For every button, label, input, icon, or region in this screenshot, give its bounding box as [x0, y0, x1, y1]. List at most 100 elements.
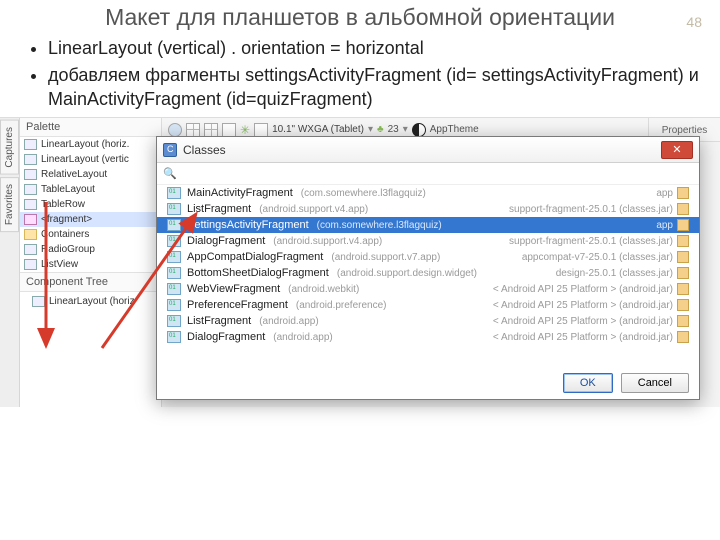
palette-item-label: RadioGroup: [41, 244, 95, 255]
class-source: < Android API 25 Platform > (android.jar…: [493, 283, 689, 295]
class-file-icon: [167, 219, 181, 231]
class-list-item[interactable]: DialogFragment(android.support.v4.app)su…: [157, 233, 699, 249]
jar-icon: [677, 283, 689, 295]
component-tree-item[interactable]: LinearLayout (horiz: [20, 292, 161, 311]
slide-title: Макет для планшетов в альбомной ориентац…: [12, 4, 708, 30]
class-package: (android.webkit): [288, 284, 359, 295]
theme-icon: [412, 123, 426, 137]
classes-dialog: Classes ✕ 🔍 MainActivityFragment (com.som…: [156, 136, 700, 400]
api-selector[interactable]: 23: [388, 124, 399, 135]
class-package: (com.somewhere.l3flagquiz): [317, 220, 442, 231]
theme-selector[interactable]: AppTheme: [412, 123, 479, 137]
vertical-tab-strip: Captures Favorites: [0, 118, 20, 407]
jar-icon: [677, 251, 689, 263]
palette-item-label: Containers: [41, 229, 89, 240]
class-package: (android.preference): [296, 300, 387, 311]
class-name: BottomSheetDialogFragment: [187, 267, 329, 279]
device-icon[interactable]: [254, 123, 268, 137]
orientation-icon[interactable]: [222, 123, 236, 137]
class-name: AppCompatDialogFragment: [187, 251, 323, 263]
refresh-icon[interactable]: ✳: [240, 123, 250, 137]
widget-icon: [24, 214, 37, 225]
jar-icon: [677, 235, 689, 247]
class-file-icon: [167, 331, 181, 343]
class-name: ListFragment: [187, 203, 251, 215]
palette-item[interactable]: LinearLayout (vertic: [20, 152, 161, 167]
dialog-title: Classes: [183, 143, 226, 157]
jar-icon: [677, 299, 689, 311]
palette-item[interactable]: LinearLayout (horiz.: [20, 137, 161, 152]
class-source: < Android API 25 Platform > (android.jar…: [493, 315, 689, 327]
class-name: DialogFragment: [187, 235, 265, 247]
class-name: PreferenceFragment: [187, 299, 288, 311]
class-source: support-fragment-25.0.1 (classes.jar): [509, 235, 689, 247]
class-list-item[interactable]: WebViewFragment(android.webkit)< Android…: [157, 281, 699, 297]
class-package: (com.somewhere.l3flagquiz): [301, 188, 426, 199]
palette-item-label: TableLayout: [41, 184, 95, 195]
palette-item-label: ListView: [41, 259, 78, 270]
class-file-icon: [167, 235, 181, 247]
grid-icon[interactable]: [186, 123, 200, 137]
device-selector[interactable]: 10.1" WXGA (Tablet): [272, 124, 364, 135]
jar-icon: [677, 267, 689, 279]
class-file-icon: [167, 203, 181, 215]
class-source: design-25.0.1 (classes.jar): [556, 267, 689, 279]
palette-item[interactable]: RadioGroup: [20, 242, 161, 257]
cancel-button[interactable]: Cancel: [621, 373, 689, 393]
class-name: ListFragment: [187, 315, 251, 327]
palette-item[interactable]: RelativeLayout: [20, 167, 161, 182]
class-list-item[interactable]: MainActivityFragment (com.somewhere.l3fla…: [157, 185, 699, 201]
class-source: appcompat-v7-25.0.1 (classes.jar): [522, 251, 689, 263]
palette-item[interactable]: TableLayout: [20, 182, 161, 197]
class-list-item[interactable]: ListFragment(android.support.v4.app)supp…: [157, 201, 699, 217]
component-tree-item-label: LinearLayout (horiz: [49, 296, 135, 307]
class-file-icon: [167, 187, 181, 199]
class-list-item[interactable]: SettingsActivityFragment(com.somewhere.l…: [157, 217, 699, 233]
class-source: app: [656, 187, 689, 199]
palette-item[interactable]: TableRow: [20, 197, 161, 212]
class-list-item[interactable]: DialogFragment (android.app) < Android API…: [157, 329, 699, 345]
palette-header: Palette: [20, 118, 161, 137]
blueprint-icon[interactable]: [204, 123, 218, 137]
palette-item[interactable]: ListView: [20, 257, 161, 272]
class-list-item[interactable]: AppCompatDialogFragment (android.support.…: [157, 249, 699, 265]
jar-icon: [677, 203, 689, 215]
class-name: MainActivityFragment: [187, 187, 293, 199]
class-package: (android.support.v7.app): [331, 252, 440, 263]
vertical-tab-captures[interactable]: Captures: [0, 120, 19, 175]
widget-icon: [24, 199, 37, 210]
jar-icon: [677, 187, 689, 199]
palette-item-label: RelativeLayout: [41, 169, 107, 180]
class-package: (android.app): [259, 316, 318, 327]
class-source: app: [656, 219, 689, 231]
class-file-icon: [167, 251, 181, 263]
ok-button[interactable]: OK: [563, 373, 613, 393]
slide-bullets: LinearLayout (vertical) . orientation = …: [48, 36, 708, 111]
eye-icon[interactable]: [168, 123, 182, 137]
class-name: DialogFragment: [187, 331, 265, 343]
widget-icon: [24, 139, 37, 150]
theme-label: AppTheme: [430, 124, 479, 135]
class-package: (android.app): [273, 332, 332, 343]
dialog-search[interactable]: 🔍: [157, 163, 699, 185]
folder-icon: [24, 229, 37, 240]
class-source: < Android API 25 Platform > (android.jar…: [493, 331, 689, 343]
ide-screenshot: Captures Favorites Palette LinearLayout …: [0, 117, 720, 407]
palette-list: LinearLayout (horiz.LinearLayout (vertic…: [20, 137, 161, 272]
class-list-item[interactable]: ListFragment (android.app) < Android API 2…: [157, 313, 699, 329]
class-list-item[interactable]: PreferenceFragment(android.preference)< …: [157, 297, 699, 313]
bullet-item: добавляем фрагменты settingsActivityFrag…: [48, 63, 708, 112]
bullet-item: LinearLayout (vertical) . orientation = …: [48, 36, 708, 60]
palette-panel: Palette LinearLayout (horiz.LinearLayout…: [20, 118, 162, 407]
palette-item[interactable]: <fragment>: [20, 212, 161, 227]
android-icon: ♣: [377, 124, 384, 135]
close-button[interactable]: ✕: [661, 141, 693, 159]
class-file-icon: [167, 267, 181, 279]
class-list: MainActivityFragment (com.somewhere.l3fla…: [157, 185, 699, 363]
jar-icon: [677, 331, 689, 343]
class-list-item[interactable]: BottomSheetDialogFragment(android.suppor…: [157, 265, 699, 281]
class-file-icon: [167, 315, 181, 327]
palette-item[interactable]: Containers: [20, 227, 161, 242]
jar-icon: [677, 219, 689, 231]
vertical-tab-favorites[interactable]: Favorites: [0, 177, 19, 232]
